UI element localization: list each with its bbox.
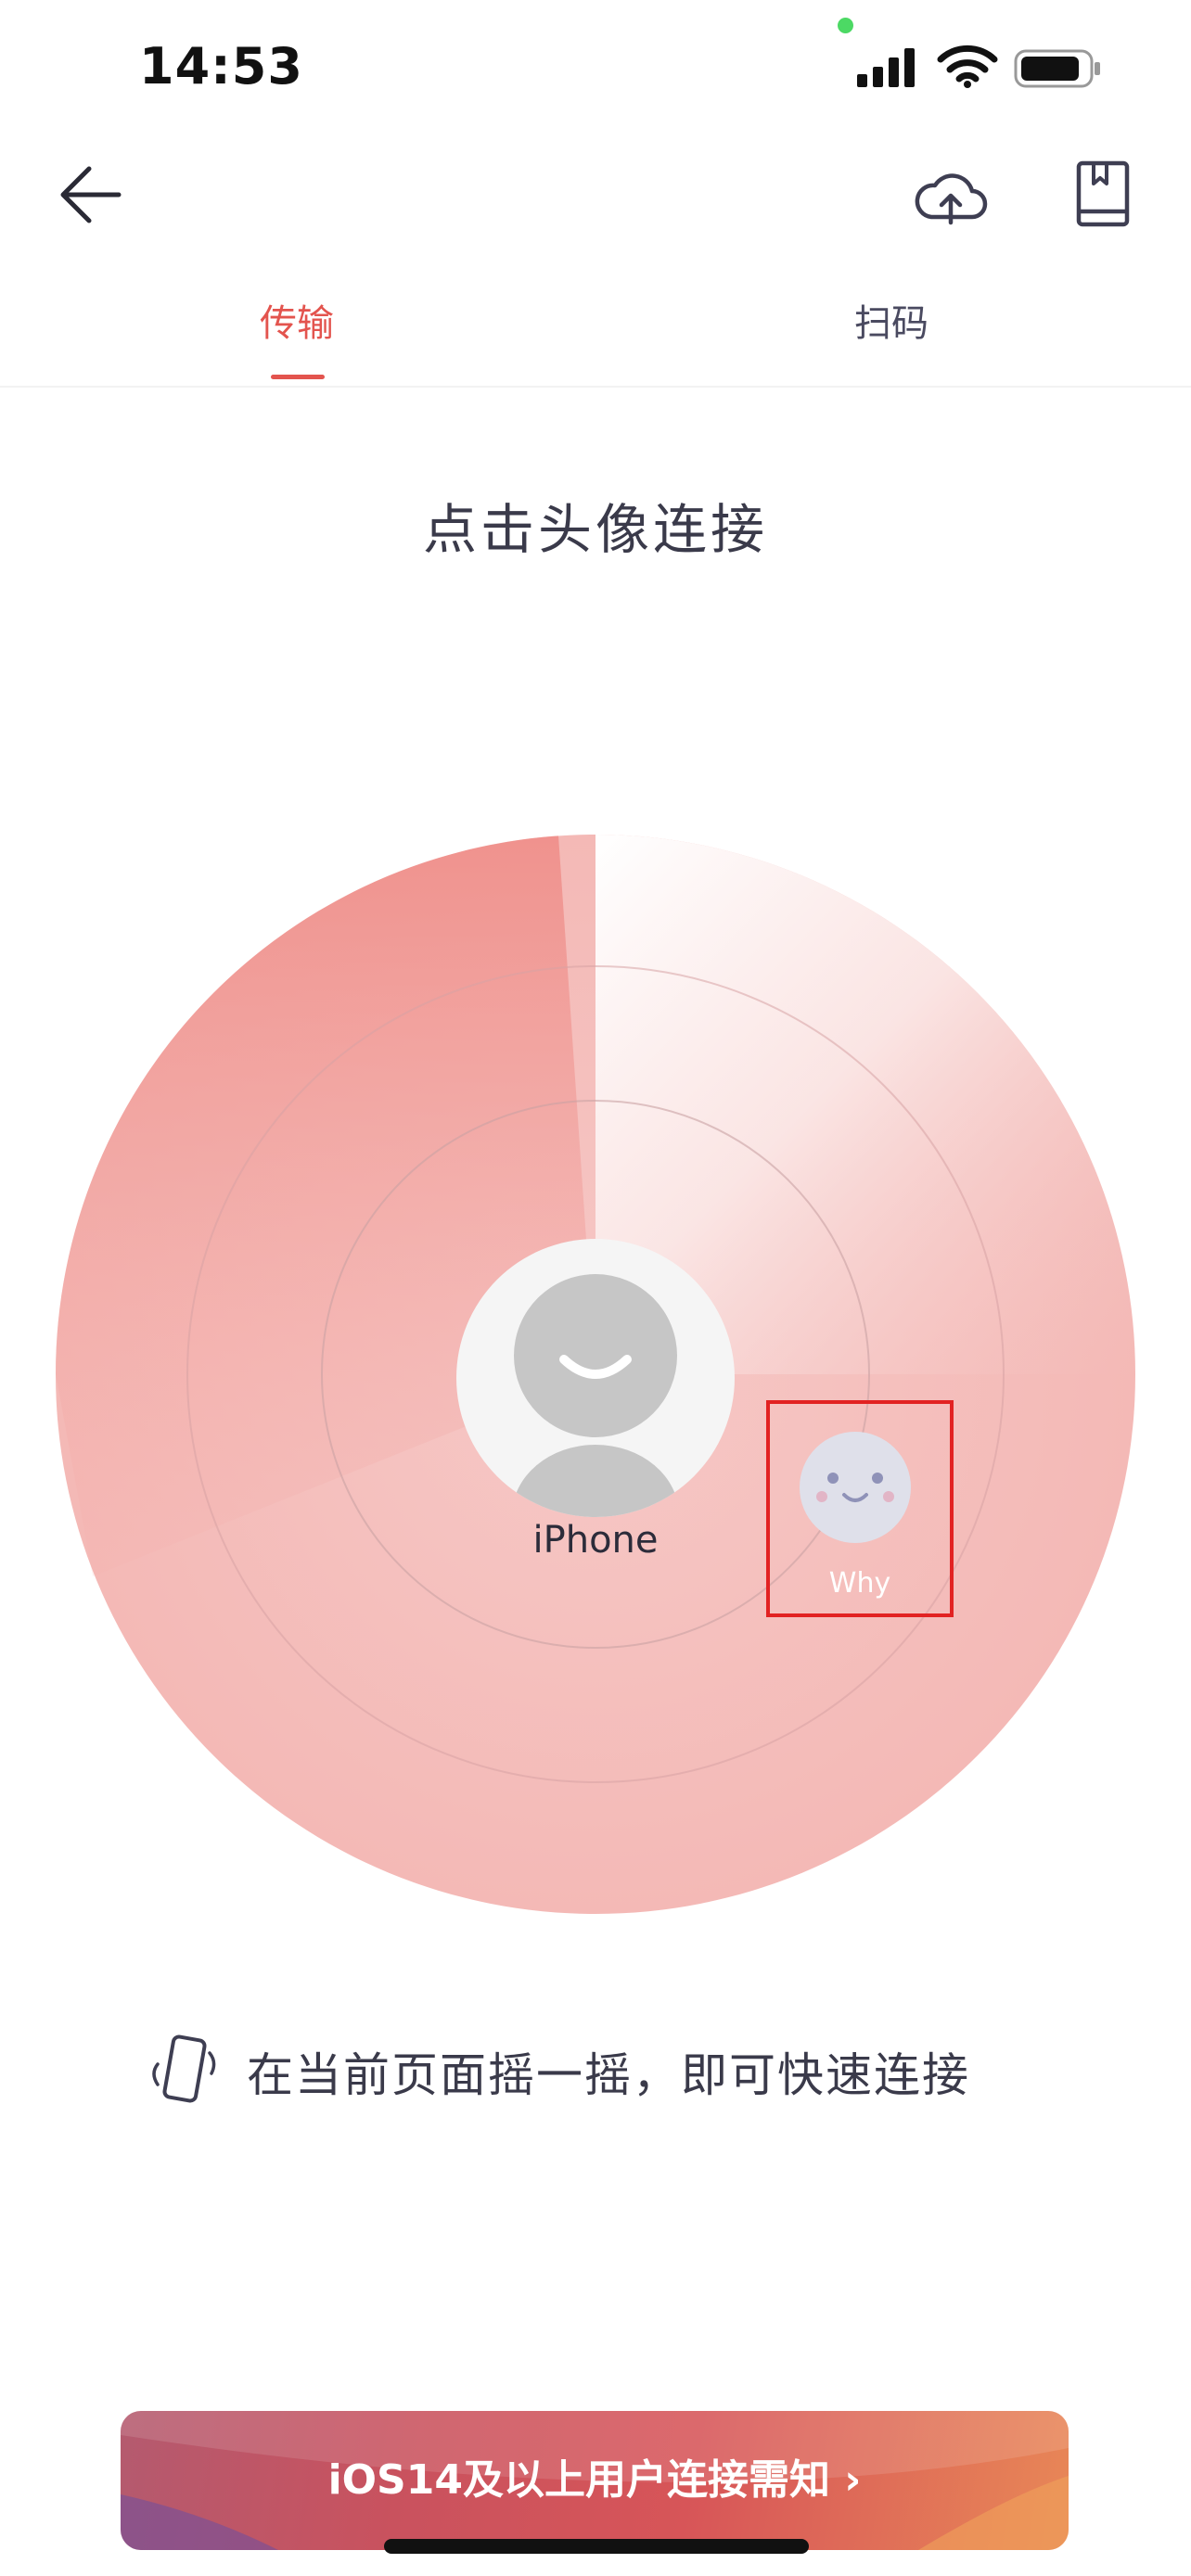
tab-active-indicator: [271, 375, 325, 379]
arrow-left-icon[interactable]: [56, 158, 130, 232]
privacy-indicator: [838, 18, 853, 33]
book-icon[interactable]: [1071, 158, 1136, 232]
page-heading: 点击头像连接: [422, 498, 768, 561]
person-icon: [512, 1274, 679, 1517]
signal-icon: [857, 48, 915, 87]
home-indicator: [384, 2539, 809, 2554]
tab-divider: [0, 386, 1191, 388]
peer-avatar[interactable]: [800, 1432, 911, 1543]
status-time: 14:53: [139, 37, 303, 96]
tab-transfer[interactable]: 传输: [195, 293, 399, 347]
smiley-face-icon: [816, 1473, 894, 1502]
cloud-upload-icon[interactable]: [911, 158, 991, 232]
shake-phone-icon: [152, 2034, 216, 2103]
wifi-icon: [937, 45, 998, 88]
ios14-notice-label[interactable]: iOS14及以上用户连接需知 ›: [121, 2411, 1069, 2550]
self-avatar[interactable]: [456, 1239, 735, 1517]
battery-icon: [1014, 49, 1100, 88]
tab-scan[interactable]: 扫码: [789, 293, 993, 347]
peer-name: Why: [828, 1567, 891, 1600]
self-device-name: iPhone: [532, 1519, 659, 1562]
shake-hint-text: 在当前页面摇一摇，即可快速连接: [247, 2048, 970, 2102]
